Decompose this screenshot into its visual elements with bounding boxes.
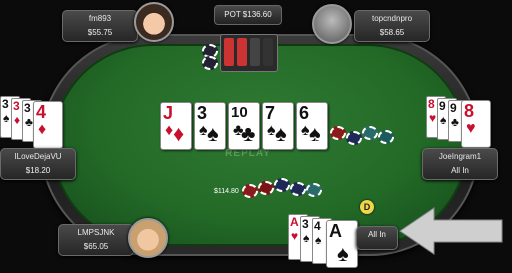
bet-amount-center: $114.80 [214,188,239,195]
player-stack: All In [368,230,386,239]
player-name: topcndnpro [371,14,413,23]
chip-icon [330,126,346,140]
player-name: JoeIngram1 [438,152,482,161]
chip-icon [290,182,306,196]
board-card: 7 ♠ ♠ [262,102,294,150]
avatar-lmpsjnk [128,218,168,258]
bet-amount-joeingram: $21.80 [306,137,328,144]
player-name: LMPSJNK [77,228,115,237]
chip-icon [242,184,258,198]
player-stack: $18.20 [25,166,51,175]
chip-stack-icon [202,56,218,70]
avatar-topcndnpro [312,4,352,44]
chip-icon [274,178,290,192]
player-plate-fm893[interactable]: fm893 $55.75 [62,10,138,42]
board-card: J ♦ ♦ [160,102,192,150]
player-plate-ilovedejavu[interactable]: ILoveDejaVU $18.20 [0,148,76,180]
board-card: 3 ♠ ♠ [194,102,226,150]
dealer-button: D [360,200,374,214]
player-plate-topcndnpro[interactable]: topcndnpro $58.65 [354,10,430,42]
muck-cards [220,34,278,72]
player-stack: All In [451,166,469,175]
avatar-fm893 [134,2,174,42]
player-name: fm893 [88,14,112,23]
pot-display: POT $136.60 [214,5,282,25]
chip-icon [362,126,378,140]
player-plate-lmpsjnk[interactable]: LMPSJNK $65.05 [58,224,134,256]
pointer-arrow-icon [399,207,503,255]
player-plate-joeingram1[interactable]: JoeIngram1 All In [422,148,498,180]
chip-icon [378,130,394,144]
chip-icon [258,181,274,195]
board-card: 10 ♣ ♣ [228,102,260,150]
chip-icon [346,131,362,145]
player-stack: $58.65 [379,28,405,37]
player-name: ILoveDejaVU [14,152,62,161]
player-stack: $65.05 [83,242,109,251]
player-plate-hero[interactable]: All In [356,226,398,250]
player-stack: $55.75 [87,28,113,37]
chip-icon [306,183,322,197]
